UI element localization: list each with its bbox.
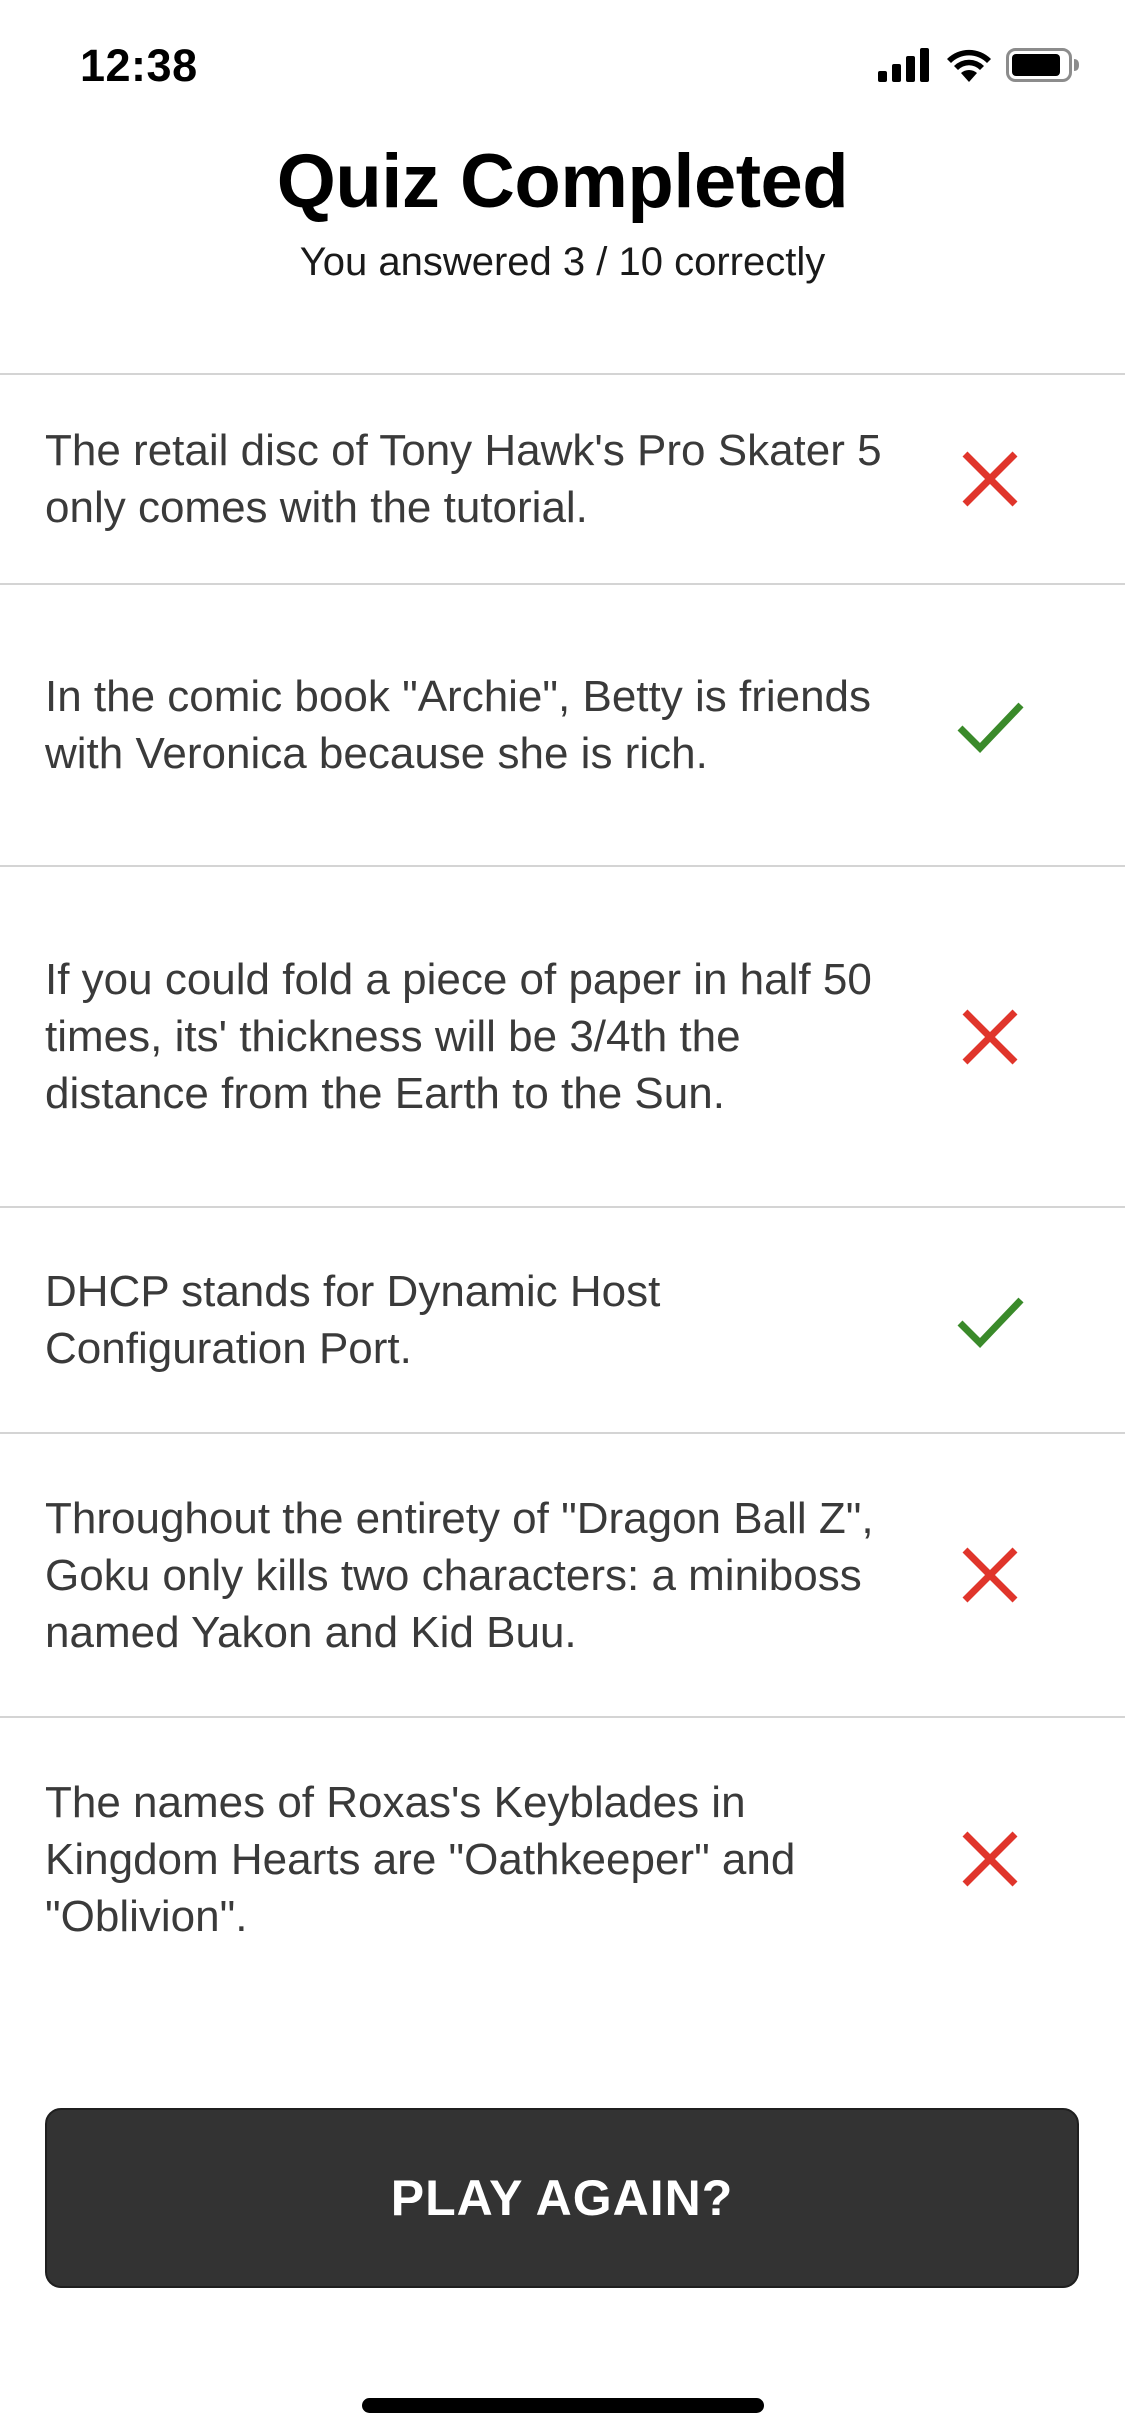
question-text: The retail disc of Tony Hawk's Pro Skate… [45, 426, 882, 532]
checkmark-icon [955, 1285, 1025, 1355]
list-item: If you could fold a piece of paper in ha… [0, 865, 1125, 1206]
wifi-icon [946, 48, 992, 87]
question-text: Throughout the entirety of "Dragon Ball … [45, 1493, 874, 1657]
question-text: The names of Roxas's Keyblades in Kingdo… [45, 1777, 796, 1941]
status-bar: 12:38 [0, 0, 1125, 132]
status-time: 12:38 [80, 40, 198, 91]
cross-icon [955, 1002, 1025, 1072]
home-indicator[interactable] [362, 2398, 764, 2413]
page-title: Quiz Completed [276, 139, 849, 224]
list-item: In the comic book "Archie", Betty is fri… [0, 583, 1125, 865]
score-summary: You answered 3 / 10 correctly [299, 240, 826, 284]
checkmark-icon [955, 690, 1025, 760]
battery-icon [1006, 48, 1080, 87]
play-again-button[interactable]: PLAY AGAIN? [45, 2108, 1079, 2288]
cross-icon [955, 444, 1025, 514]
status-icons [878, 48, 1080, 87]
cross-icon [955, 1540, 1025, 1610]
list-item: DHCP stands for Dynamic Host Configurati… [0, 1206, 1125, 1432]
list-item: Throughout the entirety of "Dragon Ball … [0, 1432, 1125, 1716]
question-text: In the comic book "Archie", Betty is fri… [45, 672, 872, 778]
results-list: The retail disc of Tony Hawk's Pro Skate… [0, 373, 1125, 2000]
list-item: The retail disc of Tony Hawk's Pro Skate… [0, 373, 1125, 583]
list-item: The names of Roxas's Keyblades in Kingdo… [0, 1716, 1125, 2000]
cross-icon [955, 1824, 1025, 1894]
cellular-signal-icon [878, 48, 932, 87]
question-text: If you could fold a piece of paper in ha… [45, 955, 872, 1118]
question-text: DHCP stands for Dynamic Host Configurati… [45, 1267, 661, 1373]
